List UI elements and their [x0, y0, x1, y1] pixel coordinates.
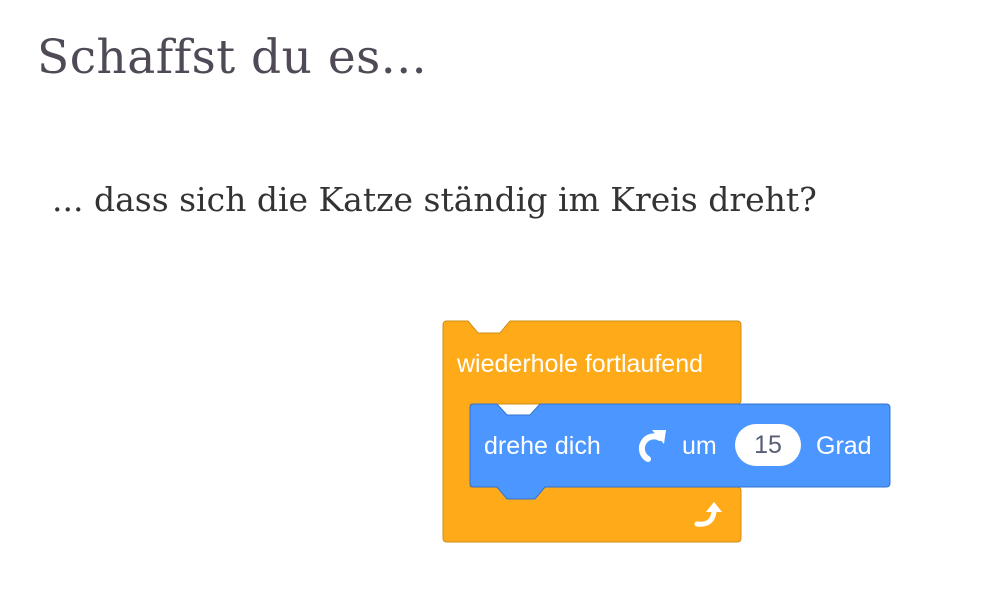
turn-block-grad-label: Grad: [816, 432, 872, 460]
degrees-input[interactable]: 15: [735, 424, 801, 466]
forever-block-label: wiederhole fortlaufend: [457, 350, 703, 378]
turn-block-um-label: um: [682, 432, 717, 460]
turn-block-label: drehe dich: [484, 432, 601, 460]
scratch-blocks: [442, 320, 891, 543]
